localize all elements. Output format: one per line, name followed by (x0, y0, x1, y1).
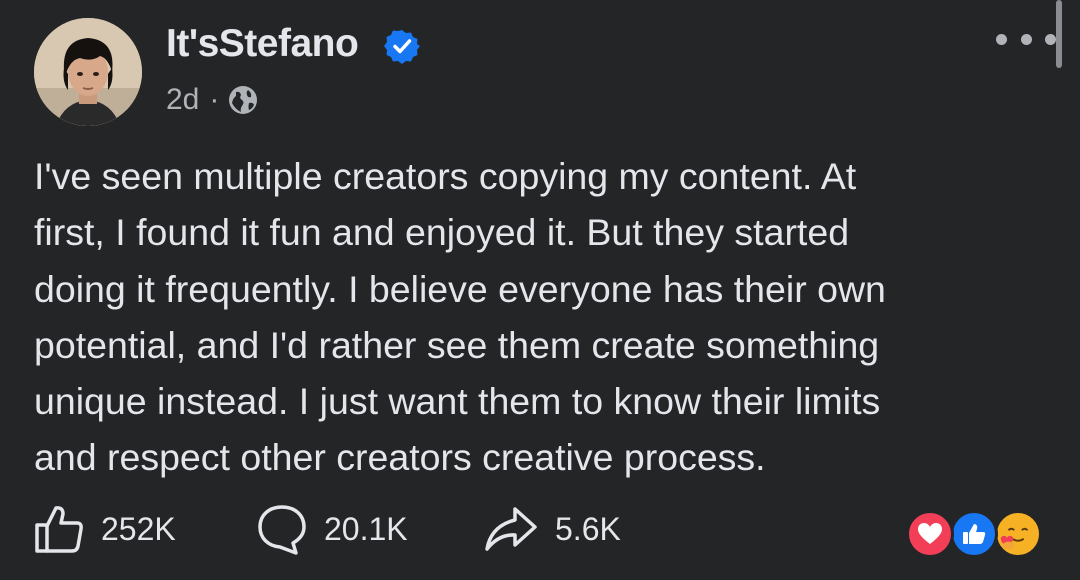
more-dot-icon (1045, 33, 1056, 45)
post-text-line: first, I found it fun and enjoyed it. Bu… (34, 211, 850, 254)
thumbs-up-icon (35, 506, 83, 553)
post-text-line: doing it frequently. I believe everyone … (34, 267, 886, 310)
author-name[interactable]: It'sStefano (166, 22, 359, 66)
like-count: 252K (101, 510, 176, 547)
care-emoji-icon (998, 514, 1038, 554)
post-card: It'sStefano 2d · I've seen multiple crea… (0, 0, 1080, 580)
globe-icon[interactable] (227, 84, 259, 116)
love-reaction (906, 510, 954, 558)
post-meta: 2d · (166, 82, 259, 118)
author-avatar[interactable] (34, 18, 142, 126)
post-timestamp[interactable]: 2d (166, 83, 199, 117)
comment-count: 20.1K (324, 510, 408, 547)
avatar-photo (34, 18, 142, 126)
more-options-button[interactable] (996, 24, 1056, 54)
like-button[interactable]: 252K (33, 504, 176, 554)
scrollbar-thumb[interactable] (1056, 0, 1062, 68)
share-button[interactable]: 5.6K (483, 504, 621, 554)
heart-icon (918, 523, 942, 544)
post-text-line: unique instead. I just want them to know… (34, 380, 881, 423)
reactions-summary[interactable] (906, 510, 1046, 558)
more-dot-icon (996, 33, 1007, 45)
like-reaction (950, 510, 998, 558)
post-text-line: and respect other creators creative proc… (34, 436, 766, 479)
thumbs-up-icon (963, 524, 986, 544)
share-count: 5.6K (555, 510, 621, 547)
post-text-line: potential, and I'd rather see them creat… (34, 323, 880, 366)
more-dot-icon (1020, 33, 1032, 45)
comment-icon (258, 505, 306, 555)
post-text-line: I've seen multiple creators copying my c… (34, 155, 857, 197)
verified-badge-icon (384, 30, 420, 64)
post-body: I've seen multiple creators copying my c… (34, 148, 1044, 486)
share-icon (485, 507, 537, 551)
comment-button[interactable]: 20.1K (256, 504, 408, 555)
care-reaction (994, 510, 1042, 558)
meta-separator: · (209, 83, 220, 116)
